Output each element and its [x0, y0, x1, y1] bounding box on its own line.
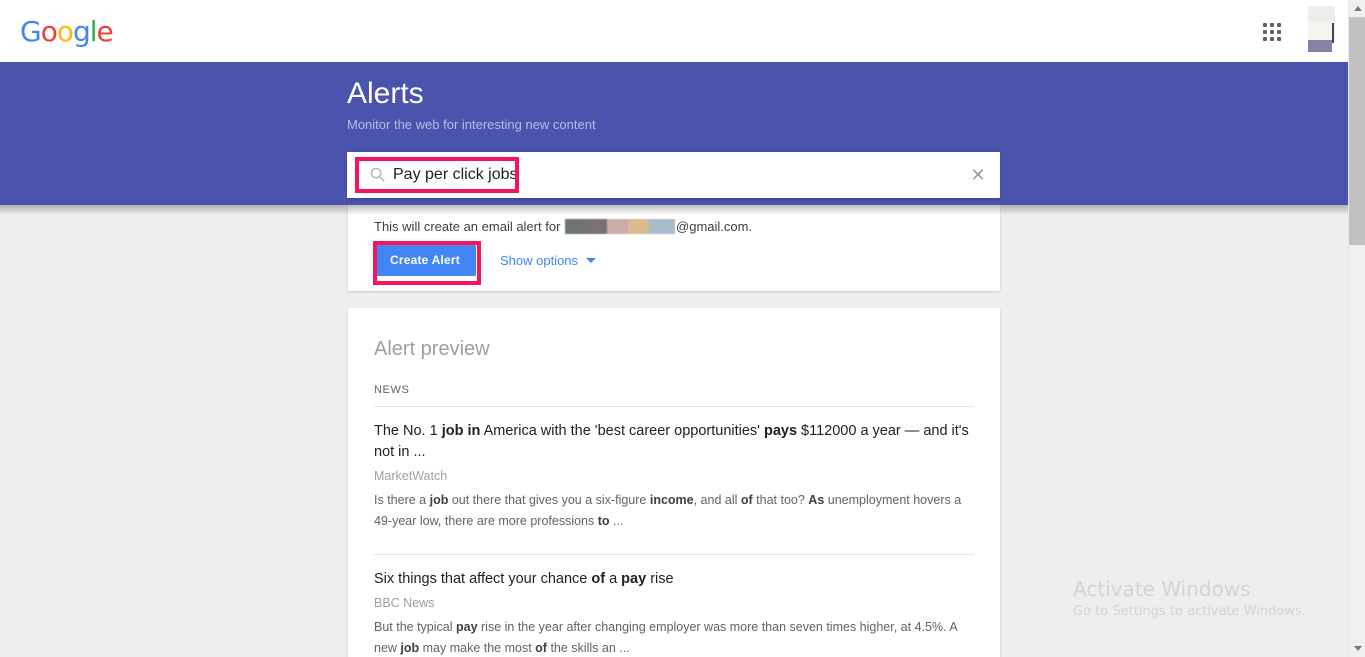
highlighted-term: job in	[441, 423, 481, 439]
avatar[interactable]	[1308, 6, 1335, 52]
highlighted-term: to	[597, 514, 610, 528]
highlighted-term: job	[400, 641, 420, 655]
create-alert-note: This will create an email alert for @gma…	[374, 218, 752, 236]
highlighted-term: of	[591, 571, 606, 587]
news-result-item[interactable]: The No. 1 job in America with the 'best …	[374, 407, 974, 544]
scroll-down-arrow-icon[interactable]	[1349, 640, 1365, 657]
news-result-title[interactable]: Six things that affect your chance of a …	[374, 569, 974, 590]
logo-letter: o	[40, 15, 58, 48]
text-run: The No. 1	[374, 423, 442, 439]
logo-letter: o	[56, 15, 74, 48]
highlighted-term: pay	[621, 571, 647, 587]
text-run: Is there a	[374, 493, 430, 507]
news-result-snippet: Is there a job out there that gives you …	[374, 490, 974, 532]
text-run: the skills an ...	[546, 641, 630, 655]
highlighted-term: pays	[763, 423, 798, 439]
scroll-up-arrow-icon[interactable]	[1349, 0, 1365, 17]
page-title: Alerts	[347, 77, 424, 110]
text-run: , and all	[693, 493, 741, 507]
logo-letter: g	[72, 15, 91, 48]
top-bar: Google	[0, 0, 1348, 62]
news-result-item[interactable]: Six things that affect your chance of a …	[374, 555, 974, 657]
show-options-label: Show options	[499, 253, 579, 268]
search-input[interactable]	[393, 152, 953, 198]
text-run: Six things that affect your chance	[374, 571, 592, 587]
text-run: may make the most	[419, 641, 536, 655]
chevron-down-icon	[586, 258, 597, 263]
highlighted-term: of	[535, 641, 547, 655]
text-run: that too?	[752, 493, 809, 507]
search-icon	[369, 166, 386, 183]
google-logo[interactable]: Google	[20, 15, 114, 48]
logo-letter: G	[20, 15, 42, 48]
text-run: rise	[646, 571, 674, 587]
text-run: a	[605, 571, 622, 587]
news-result-source: BBC News	[374, 596, 435, 610]
highlighted-term: pay	[456, 620, 478, 634]
watermark-subtitle: Go to Settings to activate Windows.	[1073, 604, 1306, 619]
highlighted-term: income	[649, 493, 694, 507]
news-result-title[interactable]: The No. 1 job in America with the 'best …	[374, 421, 974, 463]
highlighted-term: As	[808, 493, 825, 507]
text-run: ...	[609, 514, 624, 528]
text-run: But the typical	[374, 620, 456, 634]
alert-search-bar[interactable]: ✕	[347, 152, 1000, 198]
scrollbar-thumb[interactable]	[1349, 17, 1365, 245]
news-result-source: MarketWatch	[374, 469, 448, 483]
text-run: out there that gives you a six-figure	[448, 493, 650, 507]
create-alert-note-prefix: This will create an email alert for	[374, 219, 565, 234]
news-results-list: The No. 1 job in America with the 'best …	[374, 407, 974, 657]
windows-activation-watermark: Activate Windows Go to Settings to activ…	[1073, 576, 1306, 622]
alert-preview-title: Alert preview	[374, 338, 490, 360]
logo-letter: l	[89, 15, 98, 48]
alert-preview-card: Alert preview NEWS The No. 1 job in Amer…	[348, 308, 1000, 657]
close-icon[interactable]: ✕	[966, 163, 990, 187]
create-alert-card: This will create an email alert for @gma…	[348, 205, 1000, 291]
show-options-link[interactable]: Show options	[499, 253, 597, 268]
highlighted-term: of	[740, 493, 753, 507]
create-alert-actions: Create Alert Show options	[374, 245, 597, 276]
watermark-title: Activate Windows	[1073, 577, 1251, 601]
page-viewport: This will create an email alert for @gma…	[0, 0, 1348, 657]
page-scrollbar[interactable]	[1348, 0, 1365, 657]
redacted-email	[565, 219, 676, 234]
logo-letter: e	[96, 15, 114, 48]
page-subtitle: Monitor the web for interesting new cont…	[347, 117, 596, 132]
alerts-hero-band: Alerts Monitor the web for interesting n…	[0, 40, 1348, 205]
apps-grid-icon	[1263, 23, 1281, 41]
news-result-snippet: But the typical pay rise in the year aft…	[374, 617, 974, 657]
preview-section-label: NEWS	[374, 384, 410, 396]
highlighted-term: job	[429, 493, 449, 507]
create-alert-note-suffix: @gmail.com.	[676, 219, 753, 234]
apps-launcher-button[interactable]	[1256, 16, 1288, 48]
create-alert-button[interactable]: Create Alert	[374, 245, 476, 276]
text-run: America with the 'best career opportunit…	[480, 423, 764, 439]
hero-shadow	[0, 205, 1348, 215]
